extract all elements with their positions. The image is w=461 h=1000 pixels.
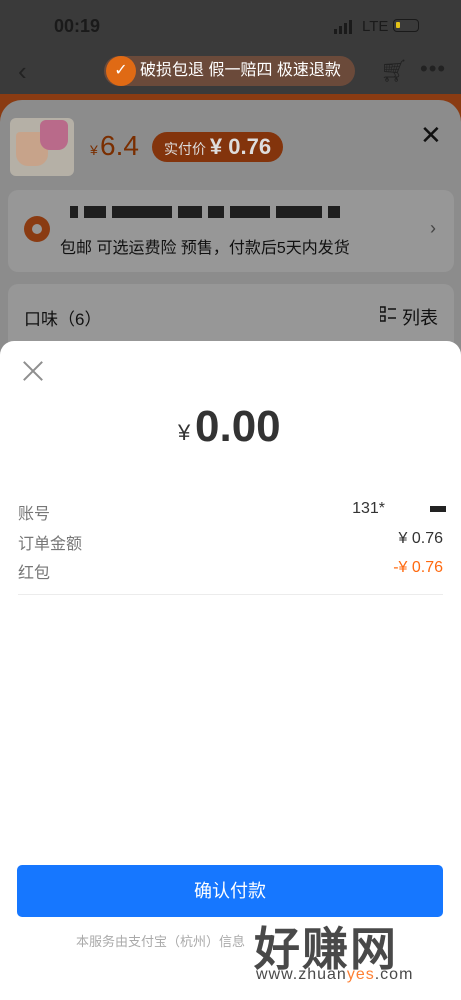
battery-icon xyxy=(393,19,419,32)
guarantee-banner: 破损包退 假一赔四 极速退款 xyxy=(104,56,355,86)
red-packet-label: 红包 xyxy=(18,565,51,582)
account-mask xyxy=(430,506,446,512)
more-dots-icon[interactable]: ••• xyxy=(420,56,446,82)
price-currency: ¥ xyxy=(90,142,98,158)
list-icon[interactable] xyxy=(380,306,396,322)
list-view-button[interactable]: 列表 xyxy=(402,304,438,330)
back-icon[interactable]: ‹ xyxy=(18,56,27,87)
confirm-payment-button[interactable]: 确认付款 xyxy=(17,865,443,917)
service-footer: 本服务由支付宝（杭州）信息 xyxy=(76,934,246,949)
amount-currency: ¥ xyxy=(178,420,191,445)
account-label: 账号 xyxy=(18,506,51,523)
shield-icon: ✓ xyxy=(106,56,136,86)
redacted-address xyxy=(70,206,340,220)
real-pay-badge: 实付价 ¥ 0.76 xyxy=(152,132,284,162)
network-label: LTE xyxy=(362,18,389,35)
order-amount-value: ¥ 0.76 xyxy=(398,530,443,547)
product-thumbnail xyxy=(10,118,74,176)
shipping-info: 包邮 可选运费险 预售，付款后5天内发货 xyxy=(60,240,350,257)
real-pay-label: 实付价 xyxy=(164,141,206,157)
divider xyxy=(18,594,443,595)
real-pay-value: ¥ 0.76 xyxy=(209,134,272,159)
red-packet-value: -¥ 0.76 xyxy=(393,559,443,576)
chevron-right-icon: › xyxy=(430,218,436,238)
signal-icon xyxy=(334,20,352,34)
flavor-label: 口味（6） xyxy=(24,310,102,329)
cart-icon[interactable]: 🛒︎ xyxy=(380,58,408,84)
status-time: 00:19 xyxy=(54,16,101,36)
payment-amount: 0.00 xyxy=(195,402,281,451)
product-price: 6.4 xyxy=(100,130,139,161)
watermark-url: www.zhuanyes.com xyxy=(256,966,414,983)
shipping-card[interactable] xyxy=(8,190,454,272)
close-icon[interactable]: ✕ xyxy=(420,120,442,151)
account-value: 131* xyxy=(352,500,385,517)
order-amount-label: 订单金额 xyxy=(18,536,83,553)
close-icon[interactable] xyxy=(22,360,44,382)
location-icon xyxy=(24,216,50,242)
